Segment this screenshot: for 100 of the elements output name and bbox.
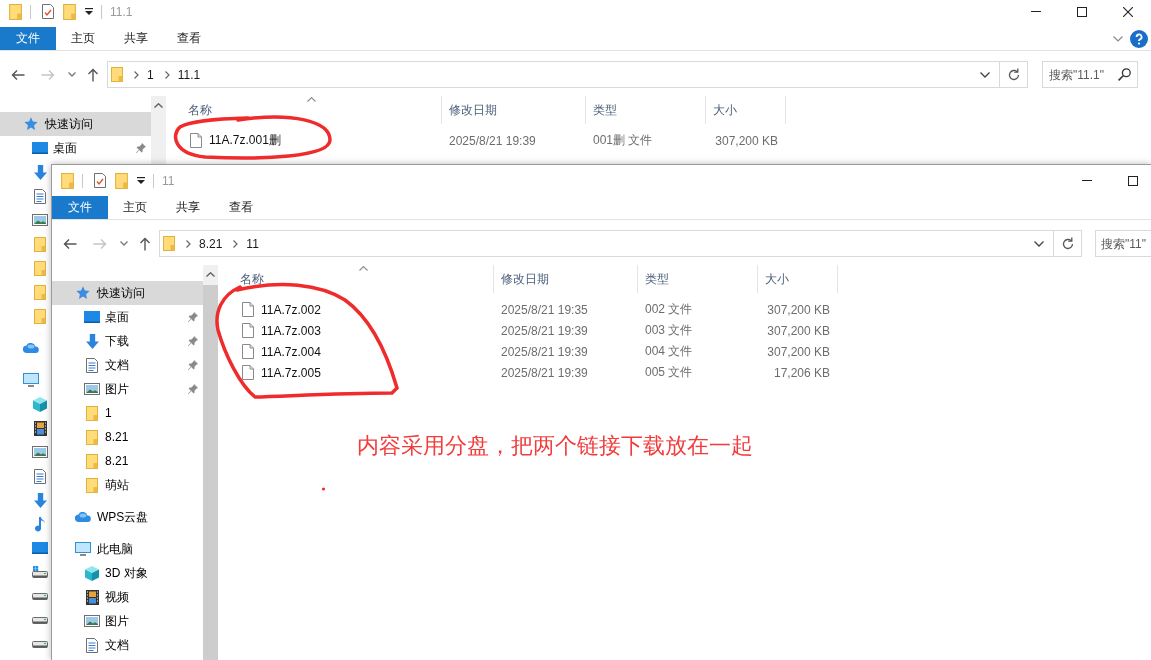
column-header[interactable]: 大小 (758, 265, 838, 293)
chevron-right-icon[interactable] (164, 70, 170, 79)
up-arrow-icon[interactable] (87, 67, 99, 82)
back-arrow-icon[interactable] (63, 237, 77, 250)
picture-icon[interactable] (32, 214, 48, 226)
up-arrow-icon[interactable] (139, 236, 151, 251)
search-field[interactable]: 搜索"11.1" (1042, 61, 1138, 88)
ribbon-tab[interactable]: 文件 (52, 196, 108, 219)
drive-icon[interactable] (32, 616, 48, 624)
download-arrow-icon[interactable] (33, 164, 47, 180)
picture-icon[interactable] (32, 446, 48, 458)
pin-icon[interactable] (188, 312, 198, 322)
chevron-right-icon[interactable] (134, 70, 139, 79)
document-check-icon[interactable] (42, 4, 54, 19)
nav-item[interactable]: 视频 (84, 585, 203, 609)
refresh-button[interactable] (1000, 61, 1028, 88)
desktop-icon (84, 311, 100, 323)
download-arrow-icon[interactable] (33, 492, 47, 508)
search-icon[interactable] (1118, 68, 1131, 81)
scroll-up-icon[interactable] (154, 103, 163, 108)
breadcrumb-item[interactable]: 11 (246, 236, 259, 251)
nav-item[interactable]: 3D 对象 (84, 561, 203, 585)
chevron-down-icon[interactable] (1034, 240, 1044, 247)
size-cell: 17,206 KB (773, 365, 830, 380)
nav-item[interactable]: 文档 (84, 633, 203, 657)
nav-item[interactable]: 桌面 (84, 305, 203, 329)
column-header[interactable]: 类型 (638, 265, 758, 293)
music-note-icon[interactable] (35, 516, 45, 532)
ribbon-tab[interactable]: 查看 (214, 196, 267, 219)
nav-item[interactable]: 1 (84, 401, 203, 425)
cube-icon[interactable] (33, 396, 47, 412)
file-name[interactable]: 11A.7z.005 (261, 365, 321, 380)
size-cell: 307,200 KB (767, 302, 830, 317)
help-icon[interactable] (1130, 29, 1148, 48)
breadcrumb-item[interactable]: 11.1 (177, 67, 201, 82)
star-icon (76, 286, 90, 300)
file-icon (242, 365, 254, 380)
nav-item[interactable]: 文档 (84, 353, 203, 377)
ribbon-tab[interactable]: 共享 (109, 27, 162, 50)
cloud-icon[interactable] (23, 343, 39, 353)
file-name[interactable]: 11A.7z.003 (261, 323, 321, 338)
ribbon-tab[interactable]: 文件 (0, 27, 56, 50)
chevron-down-icon[interactable] (980, 71, 990, 78)
document-check-icon[interactable] (94, 173, 106, 188)
nav-item[interactable]: 8.21 (84, 425, 203, 449)
computer-icon (75, 542, 91, 556)
scrollbar-thumb[interactable] (203, 285, 218, 660)
document-icon[interactable] (34, 188, 46, 204)
nav-item[interactable]: 快速访问 (0, 112, 151, 136)
chevron-right-icon[interactable] (186, 239, 191, 248)
caret-icon[interactable] (85, 8, 93, 15)
folder-icon (61, 172, 74, 189)
search-field[interactable]: 搜索"11" (1095, 230, 1151, 257)
back-arrow-icon[interactable] (11, 68, 25, 81)
breadcrumb-item[interactable]: 8.21 (199, 236, 223, 251)
chevron-down-icon[interactable] (120, 241, 128, 246)
refresh-icon (1007, 68, 1020, 81)
nav-item[interactable]: 8.21 (84, 449, 203, 473)
drive-icon[interactable] (32, 566, 48, 578)
column-header[interactable]: 名称 (181, 96, 442, 124)
ribbon-tab[interactable]: 主页 (56, 27, 109, 50)
nav-item[interactable]: 图片 (84, 609, 203, 633)
close-icon[interactable] (1123, 6, 1133, 17)
pin-icon[interactable] (188, 336, 198, 346)
file-name[interactable]: 11A.7z.002 (261, 302, 321, 317)
column-header[interactable]: 修改日期 (494, 265, 638, 293)
ribbon-tab[interactable]: 查看 (162, 27, 215, 50)
document-icon[interactable] (34, 468, 46, 484)
file-name[interactable]: 11A.7z.004 (261, 344, 321, 359)
nav-item[interactable]: 此电脑 (75, 537, 203, 561)
pin-icon[interactable] (188, 384, 198, 394)
caret-icon[interactable] (137, 177, 145, 184)
nav-item[interactable]: 下载 (84, 329, 203, 353)
nav-item[interactable]: WPS云盘 (75, 505, 203, 529)
chevron-right-icon[interactable] (233, 239, 239, 248)
address-bar[interactable]: 8.21 11 (159, 230, 1054, 257)
chevron-down-icon[interactable] (68, 72, 76, 77)
maximize-icon[interactable] (1077, 6, 1087, 17)
film-icon[interactable] (33, 420, 47, 436)
refresh-button[interactable] (1054, 230, 1082, 257)
nav-item[interactable]: 桌面 (32, 136, 151, 160)
scroll-up-icon[interactable] (206, 272, 215, 277)
drive-icon[interactable] (32, 592, 48, 600)
pin-icon[interactable] (136, 143, 146, 153)
column-header[interactable]: 类型 (586, 96, 706, 124)
ribbon-tab[interactable]: 共享 (161, 196, 214, 219)
address-bar[interactable]: 1 11.1 (107, 61, 1000, 88)
nav-item[interactable]: 快速访问 (52, 281, 203, 305)
breadcrumb-item[interactable]: 1 (147, 67, 154, 82)
nav-item[interactable]: 图片 (84, 377, 203, 401)
maximize-icon[interactable] (1128, 175, 1138, 186)
column-header[interactable]: 大小 (706, 96, 786, 124)
drive-icon[interactable] (32, 640, 48, 648)
ribbon-tab[interactable]: 主页 (108, 196, 161, 219)
file-name[interactable]: 11A.7z.001删 (209, 132, 281, 149)
pin-icon[interactable] (188, 360, 198, 370)
column-header[interactable]: 名称 (233, 265, 494, 293)
computer-icon[interactable] (23, 373, 39, 387)
column-header[interactable]: 修改日期 (442, 96, 586, 124)
nav-item[interactable]: 萌站 (84, 473, 203, 497)
